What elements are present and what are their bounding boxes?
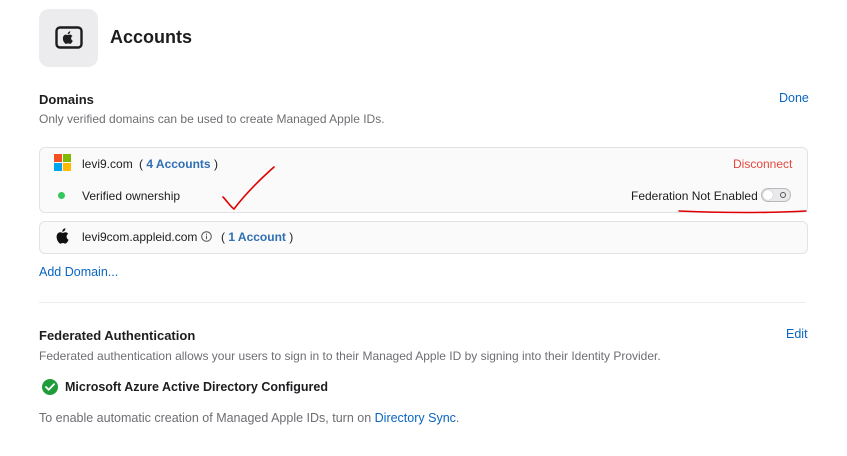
done-button[interactable]: Done <box>779 91 809 105</box>
apple-logo-icon <box>56 228 69 244</box>
section-divider <box>39 302 806 303</box>
checkmark-circle-icon <box>42 379 58 395</box>
disconnect-button[interactable]: Disconnect <box>733 157 792 171</box>
verified-status-dot <box>58 192 65 199</box>
count-close-paren: ) <box>213 157 218 171</box>
azure-configured-label: Microsoft Azure Active Directory Configu… <box>65 380 329 394</box>
accounts-count-link[interactable]: 4 Accounts <box>146 157 210 171</box>
domains-section-title: Domains <box>39 92 94 107</box>
toggle-off-indicator <box>780 192 786 198</box>
count-close-paren: ) <box>289 230 294 244</box>
directory-sync-suffix: . <box>455 411 460 425</box>
directory-sync-link[interactable]: Directory Sync <box>375 411 456 425</box>
domain-account-count: ( 4 Accounts ) <box>139 157 218 171</box>
microsoft-logo-icon <box>54 154 71 171</box>
toggle-knob <box>763 190 773 200</box>
federation-status-label: Federation Not Enabled <box>631 189 758 203</box>
info-icon[interactable] <box>201 231 212 242</box>
page-title: Accounts <box>110 27 193 47</box>
federation-toggle[interactable] <box>761 188 791 202</box>
federated-description: Federated authentication allows your use… <box>39 349 661 363</box>
count-open-paren: ( <box>139 157 143 171</box>
edit-button[interactable]: Edit <box>786 327 808 341</box>
federated-section-title: Federated Authentication <box>39 328 196 343</box>
domain-name-appleid: levi9com.appleid.com <box>82 230 198 244</box>
account-count-link[interactable]: 1 Account <box>228 230 286 244</box>
directory-sync-prefix: To enable automatic creation of Managed … <box>39 411 375 425</box>
directory-sync-note: To enable automatic creation of Managed … <box>39 411 459 425</box>
apple-account-card-icon <box>55 26 83 49</box>
count-open-paren: ( <box>221 230 225 244</box>
domain-name-levi9: levi9.com <box>82 157 133 171</box>
appleid-account-count: ( 1 Account ) <box>221 230 293 244</box>
accounts-app-icon-tile <box>39 9 98 67</box>
add-domain-link[interactable]: Add Domain... <box>39 265 118 279</box>
verified-ownership-label: Verified ownership <box>82 189 181 203</box>
domains-description: Only verified domains can be used to cre… <box>39 112 385 126</box>
